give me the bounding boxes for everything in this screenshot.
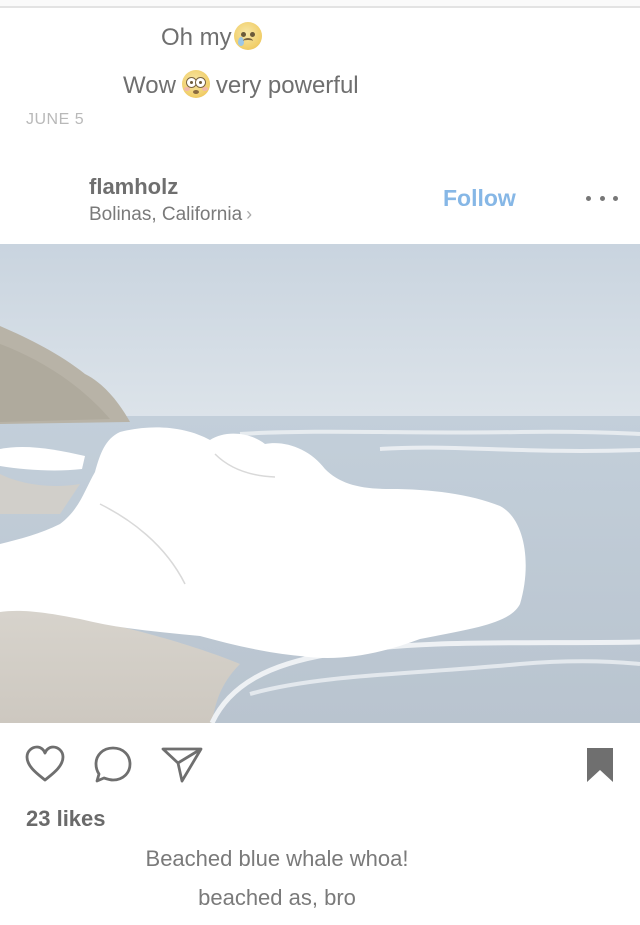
chevron-right-icon: › xyxy=(246,204,253,224)
more-horizontal-icon[interactable] xyxy=(586,186,618,210)
share-icon[interactable] xyxy=(160,744,204,784)
crying-face-icon xyxy=(233,22,262,50)
comment-icon[interactable] xyxy=(92,744,134,784)
post-page: Oh my Wow very powerful JUNE 5 flamholz B… xyxy=(0,0,640,925)
post-actions xyxy=(0,742,640,792)
comment-1: Oh my xyxy=(161,22,262,52)
flushed-face-icon xyxy=(181,70,210,98)
follow-button[interactable]: Follow xyxy=(443,185,516,212)
heart-icon[interactable] xyxy=(24,744,66,784)
top-divider xyxy=(0,0,640,8)
comment-2-text-after: very powerful xyxy=(215,72,359,99)
location-label: Bolinas, California xyxy=(89,204,243,225)
caption-line-1: Beached blue whale whoa! xyxy=(145,846,409,871)
bookmark-icon[interactable] xyxy=(584,746,616,784)
comment-date: JUNE 5 xyxy=(26,111,85,128)
likes-count[interactable]: 23 likes xyxy=(26,806,106,832)
post-username[interactable]: flamholz xyxy=(89,174,178,200)
comment-1-text: Oh my xyxy=(161,24,232,51)
post-photo[interactable] xyxy=(0,244,640,723)
comment-2: Wow very powerful xyxy=(123,70,359,100)
post-location[interactable]: Bolinas, California › xyxy=(89,204,252,226)
caption-line-2: beached as, bro xyxy=(198,885,356,910)
comment-2-text-before: Wow xyxy=(123,72,176,99)
